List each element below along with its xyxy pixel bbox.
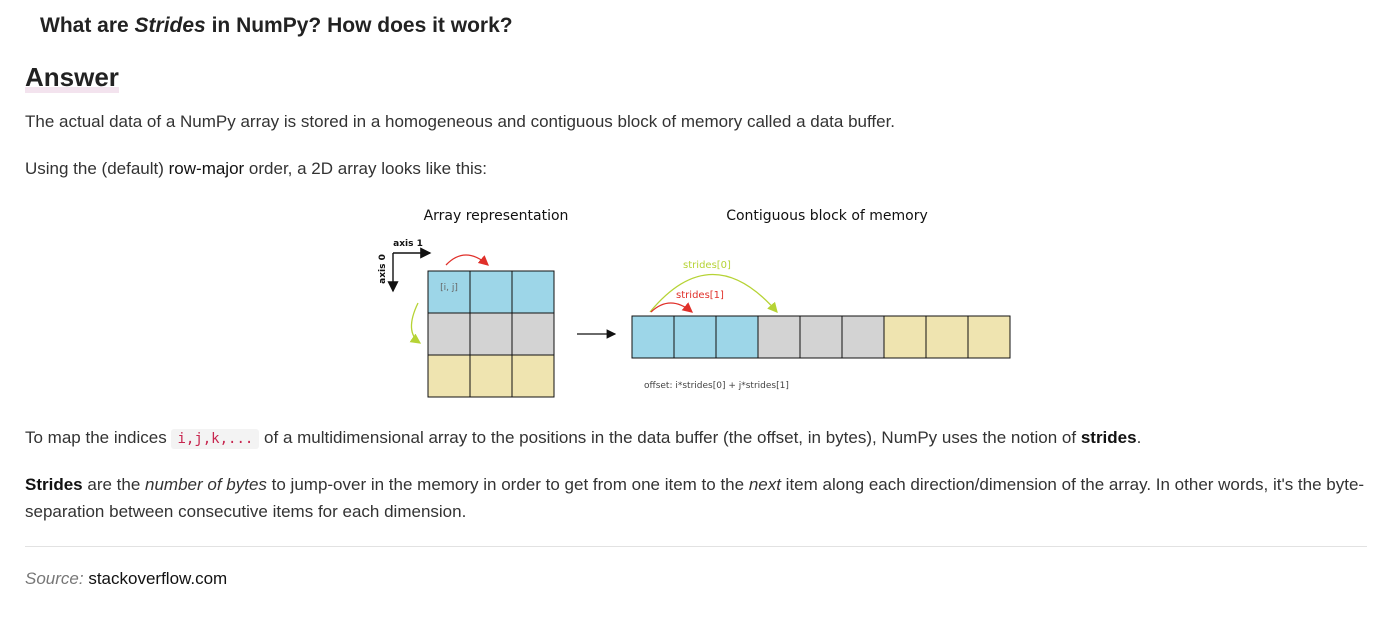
- p4-part1: are the: [82, 475, 146, 494]
- memory-cell: [757, 315, 801, 359]
- memory-cell: [925, 315, 969, 359]
- p3-before: To map the indices: [25, 428, 172, 447]
- axis0-label: axis 0: [378, 254, 388, 284]
- source-line: Source: stackoverflow.com: [25, 569, 227, 589]
- array-cell: [511, 354, 555, 398]
- offset-formula: offset: i*strides[0] + j*strides[1]: [644, 381, 789, 391]
- memory-cell: [841, 315, 885, 359]
- array-green-arrow: [409, 302, 422, 344]
- array-red-arrow: [445, 254, 489, 266]
- question-title: What are Strides in NumPy? How does it w…: [40, 14, 513, 38]
- indices-code: i,j,k,...: [171, 429, 260, 449]
- memory-block-title: Contiguous block of memory: [726, 208, 928, 224]
- answer-card: What are Strides in NumPy? How does it w…: [0, 0, 1396, 618]
- question-emphasis: Strides: [134, 14, 206, 37]
- memory-cell: [967, 315, 1011, 359]
- next-emphasis: next: [748, 475, 781, 494]
- number-of-bytes-emphasis: number of bytes: [145, 475, 267, 494]
- source-link[interactable]: stackoverflow.com: [88, 569, 227, 588]
- paragraph-indices: To map the indices i,j,k,... of a multid…: [25, 424, 1141, 453]
- memory-cell: [715, 315, 759, 359]
- array-cell: [511, 270, 555, 314]
- cell-index-label: [i, j]: [440, 283, 458, 293]
- memory-buffer: [631, 315, 1011, 359]
- source-label: Source:: [25, 569, 84, 588]
- array-cell: [469, 312, 513, 356]
- array-cell: [427, 312, 471, 356]
- divider: [25, 546, 1367, 547]
- p3-after: .: [1136, 428, 1142, 447]
- array-representation-title: Array representation: [424, 208, 569, 224]
- row-major-term: row-major: [168, 159, 245, 178]
- memory-cell: [883, 315, 927, 359]
- array-cell: [511, 312, 555, 356]
- p4-part2: to jump-over in the memory in order to g…: [266, 475, 749, 494]
- array-cell: [469, 270, 513, 314]
- memory-cell: [673, 315, 717, 359]
- paragraph-row-major: Using the (default) row-major order, a 2…: [25, 155, 487, 182]
- question-prefix: What are: [40, 14, 135, 37]
- strides-diagram: Array representation Contiguous block of…: [378, 208, 1011, 398]
- strides0-label: strides[0]: [683, 260, 731, 271]
- axis1-label: axis 1: [393, 239, 423, 249]
- paragraph-data-buffer: The actual data of a NumPy array is stor…: [25, 112, 896, 131]
- strides-term: strides: [1080, 428, 1137, 447]
- question-suffix: in NumPy? How does it work?: [205, 14, 513, 37]
- strides1-label: strides[1]: [676, 290, 724, 301]
- p2-before: Using the (default): [25, 159, 169, 178]
- p3-middle: of a multidimensional array to the posit…: [259, 428, 1081, 447]
- array-cell: [427, 354, 471, 398]
- p2-after: order, a 2D array looks like this:: [244, 159, 488, 178]
- strides-definition-term: Strides: [25, 475, 83, 494]
- paragraph-strides-definition: Strides are the number of bytes to jump-…: [25, 471, 1375, 525]
- answer-heading: Answer: [25, 62, 119, 93]
- memory-cell: [631, 315, 675, 359]
- memory-cell: [799, 315, 843, 359]
- array-cell: [469, 354, 513, 398]
